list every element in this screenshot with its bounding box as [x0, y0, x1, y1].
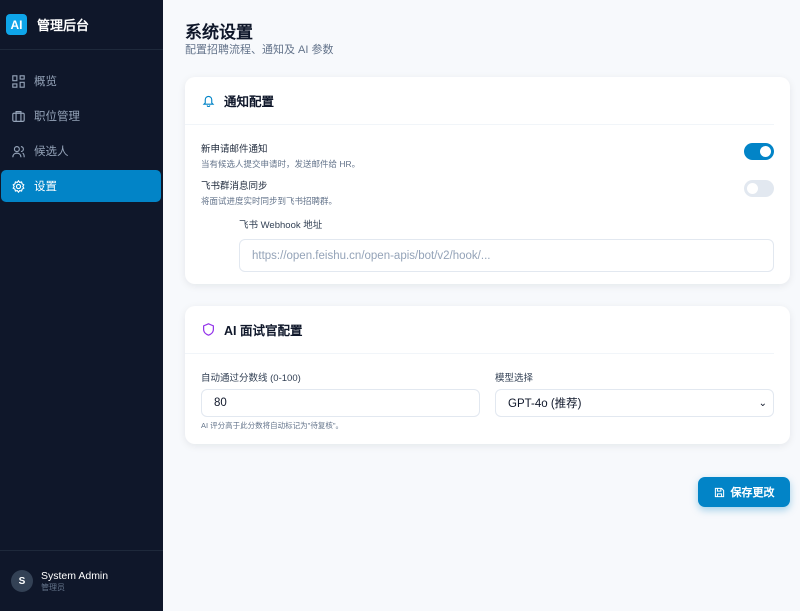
- notification-card: 通知配置 新申请邮件通知 当有候选人提交申请时，发送邮件给 HR。 飞书群消息同…: [185, 77, 790, 284]
- ai-config-card: AI 面试官配置 自动通过分数线 (0-100) 80 AI 评分高于此分数将自…: [185, 306, 790, 444]
- threshold-input[interactable]: 80: [201, 389, 480, 417]
- email-notify-desc: 当有候选人提交申请时，发送邮件给 HR。: [201, 159, 361, 169]
- threshold-label: 自动通过分数线 (0-100): [201, 373, 301, 384]
- sidebar-item-label: 设置: [34, 181, 57, 193]
- webhook-input[interactable]: https://open.feishu.cn/open-apis/bot/v2/…: [239, 239, 774, 272]
- feishu-sync-title: 飞书群消息同步: [201, 181, 268, 192]
- threshold-hint: AI 评分高于此分数将自动标记为"待复核"。: [201, 421, 343, 430]
- webhook-label: 飞书 Webhook 地址: [239, 220, 323, 231]
- model-select[interactable]: GPT-4o (推荐) ⌄: [495, 389, 774, 417]
- user-profile[interactable]: S System Admin 管理员: [0, 550, 163, 611]
- save-icon: [714, 487, 724, 497]
- avatar: S: [11, 570, 33, 592]
- sidebar-item-candidates[interactable]: 候选人: [1, 135, 161, 167]
- sidebar-item-settings[interactable]: 设置: [1, 170, 161, 202]
- feishu-sync-toggle[interactable]: [744, 180, 774, 197]
- main-content: 系统设置 配置招聘流程、通知及 AI 参数 通知配置 新申请邮件通知 当有候选人…: [163, 0, 800, 611]
- card-title: 通知配置: [224, 95, 275, 109]
- sidebar-item-label: 候选人: [34, 146, 69, 158]
- users-icon: [12, 145, 25, 157]
- sidebar-item-label: 概览: [34, 76, 57, 88]
- logo: AI: [6, 14, 27, 35]
- email-notify-toggle[interactable]: [744, 143, 774, 160]
- sidebar-item-jobs[interactable]: 职位管理: [1, 100, 161, 132]
- sidebar: AI 管理后台 概览 职位管理 候选人 设置 S System Admin 管理员: [0, 0, 163, 611]
- chevron-down-icon: ⌄: [758, 397, 767, 409]
- briefcase-icon: [12, 110, 25, 122]
- brand: AI 管理后台: [0, 0, 163, 50]
- page-subtitle: 配置招聘流程、通知及 AI 参数: [185, 44, 334, 56]
- user-name: System Admin: [41, 569, 109, 582]
- user-role: 管理员: [41, 582, 65, 592]
- sidebar-item-overview[interactable]: 概览: [1, 65, 161, 97]
- email-notify-title: 新申请邮件通知: [201, 144, 268, 155]
- page-title: 系统设置: [185, 23, 253, 42]
- bell-icon: [202, 95, 215, 107]
- dashboard-icon: [12, 74, 25, 88]
- feishu-sync-desc: 将面试进度实时同步到飞书招聘群。: [201, 196, 338, 206]
- gear-icon: [12, 179, 25, 193]
- sidebar-item-label: 职位管理: [34, 111, 80, 123]
- shield-icon: [203, 323, 214, 336]
- brand-name: 管理后台: [37, 18, 90, 33]
- save-button[interactable]: 保存更改: [698, 477, 790, 507]
- model-label: 模型选择: [495, 373, 534, 384]
- card-title: AI 面试官配置: [224, 324, 303, 338]
